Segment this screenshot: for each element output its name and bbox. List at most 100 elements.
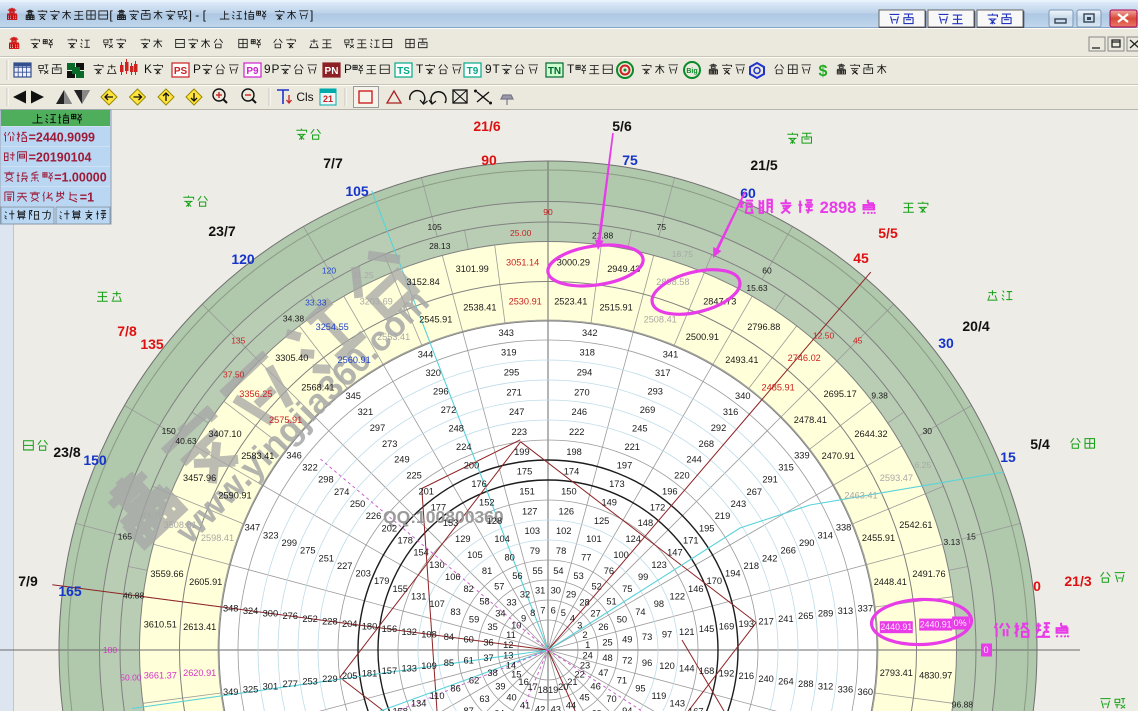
svg-text:106: 106 xyxy=(445,572,461,582)
svg-text:269: 269 xyxy=(640,405,656,415)
svg-text:167: 167 xyxy=(688,706,704,711)
svg-text:102: 102 xyxy=(556,526,572,536)
svg-text:2593.47: 2593.47 xyxy=(880,473,913,483)
svg-text:70: 70 xyxy=(606,694,616,704)
svg-text:264: 264 xyxy=(778,676,794,686)
svg-text:6.25: 6.25 xyxy=(915,460,932,470)
svg-text:250: 250 xyxy=(350,499,366,509)
svg-text:]: ] xyxy=(310,8,313,22)
svg-text:168: 168 xyxy=(699,666,715,676)
svg-text:101: 101 xyxy=(586,534,602,544)
svg-text:2463.41: 2463.41 xyxy=(844,491,877,501)
svg-text:P: P xyxy=(272,62,280,76)
svg-text:86: 86 xyxy=(450,683,460,693)
svg-text:43: 43 xyxy=(551,705,561,711)
svg-text:K: K xyxy=(144,62,152,76)
svg-text:56: 56 xyxy=(512,571,522,581)
svg-text:2455.91: 2455.91 xyxy=(862,533,895,543)
svg-text:23: 23 xyxy=(580,660,590,670)
svg-text:4: 4 xyxy=(570,613,575,623)
svg-text:58: 58 xyxy=(479,596,489,606)
svg-text:98: 98 xyxy=(654,599,664,609)
svg-text:145: 145 xyxy=(699,624,715,634)
svg-text:180: 180 xyxy=(362,622,378,632)
svg-text:12.50: 12.50 xyxy=(813,331,835,341)
svg-text:15: 15 xyxy=(1000,449,1016,465)
svg-text:=1: =1 xyxy=(80,191,94,205)
svg-text:13: 13 xyxy=(503,650,513,660)
svg-text:130: 130 xyxy=(429,560,445,570)
svg-text:314: 314 xyxy=(817,530,833,540)
svg-text:37: 37 xyxy=(483,653,493,663)
svg-text:0%: 0% xyxy=(954,618,967,628)
svg-text:124: 124 xyxy=(625,534,641,544)
svg-text:2598.41: 2598.41 xyxy=(201,533,234,543)
svg-text:105: 105 xyxy=(428,222,442,232)
svg-text:P: P xyxy=(193,62,201,76)
svg-text:82: 82 xyxy=(464,584,474,594)
svg-text:] - [: ] - [ xyxy=(189,8,207,22)
svg-text:347: 347 xyxy=(245,523,261,533)
svg-text:3457.96: 3457.96 xyxy=(183,473,216,483)
svg-text:349: 349 xyxy=(223,687,239,697)
svg-text:296: 296 xyxy=(433,386,449,396)
svg-text:170: 170 xyxy=(707,576,723,586)
svg-text:2545.91: 2545.91 xyxy=(419,315,452,325)
svg-text:360: 360 xyxy=(858,687,874,697)
svg-text:181: 181 xyxy=(362,669,378,679)
svg-text:25.00: 25.00 xyxy=(510,228,532,238)
svg-text:81: 81 xyxy=(482,566,492,576)
svg-text:290: 290 xyxy=(799,538,815,548)
svg-text:29: 29 xyxy=(566,590,576,600)
svg-text:150: 150 xyxy=(83,452,107,468)
svg-text:122: 122 xyxy=(670,592,686,602)
svg-text:222: 222 xyxy=(569,427,585,437)
svg-text:134: 134 xyxy=(411,699,427,709)
svg-text:268: 268 xyxy=(699,439,715,449)
svg-text:100: 100 xyxy=(613,550,629,560)
svg-text:28.13: 28.13 xyxy=(429,241,451,251)
svg-text:2448.41: 2448.41 xyxy=(874,577,907,587)
svg-text:2508.41: 2508.41 xyxy=(644,315,677,325)
svg-text:2485.91: 2485.91 xyxy=(761,383,794,393)
svg-text:266: 266 xyxy=(780,546,796,556)
svg-text:221: 221 xyxy=(624,442,640,452)
svg-text:128: 128 xyxy=(487,516,503,526)
svg-text:2746.02: 2746.02 xyxy=(788,353,821,363)
svg-text:244: 244 xyxy=(686,455,702,465)
svg-text:71: 71 xyxy=(617,676,627,686)
svg-text:9: 9 xyxy=(264,62,271,76)
svg-text:293: 293 xyxy=(647,386,663,396)
svg-text:104: 104 xyxy=(494,534,510,544)
svg-text:109: 109 xyxy=(421,661,437,671)
svg-text:87: 87 xyxy=(464,706,474,711)
svg-text:325: 325 xyxy=(243,684,259,694)
svg-text:$: $ xyxy=(819,63,828,80)
svg-text:21.88: 21.88 xyxy=(592,231,614,241)
svg-text:2523.41: 2523.41 xyxy=(554,297,587,307)
svg-text:2470.91: 2470.91 xyxy=(822,451,855,461)
svg-text:173: 173 xyxy=(609,479,625,489)
svg-text:24: 24 xyxy=(583,650,593,660)
svg-text:5/5: 5/5 xyxy=(878,225,898,241)
svg-text:2560.91: 2560.91 xyxy=(337,355,370,365)
svg-text:275: 275 xyxy=(300,546,316,556)
svg-text:248: 248 xyxy=(448,423,464,433)
svg-text:157: 157 xyxy=(382,666,398,676)
svg-text:132: 132 xyxy=(401,627,417,637)
svg-text:32: 32 xyxy=(520,590,530,600)
svg-text:2542.61: 2542.61 xyxy=(899,520,932,530)
svg-text:216: 216 xyxy=(739,671,755,681)
svg-text:135: 135 xyxy=(140,336,164,352)
svg-text:298: 298 xyxy=(318,475,334,485)
svg-text:9: 9 xyxy=(521,613,526,623)
svg-text:75: 75 xyxy=(622,152,638,168)
svg-text:3101.99: 3101.99 xyxy=(456,264,489,274)
svg-text:15: 15 xyxy=(966,532,976,542)
svg-text:146: 146 xyxy=(688,584,704,594)
svg-text:57: 57 xyxy=(494,582,504,592)
svg-text:197: 197 xyxy=(617,460,633,470)
svg-text:90: 90 xyxy=(543,207,553,217)
svg-text:242: 242 xyxy=(762,553,778,563)
svg-text:120: 120 xyxy=(231,251,255,267)
